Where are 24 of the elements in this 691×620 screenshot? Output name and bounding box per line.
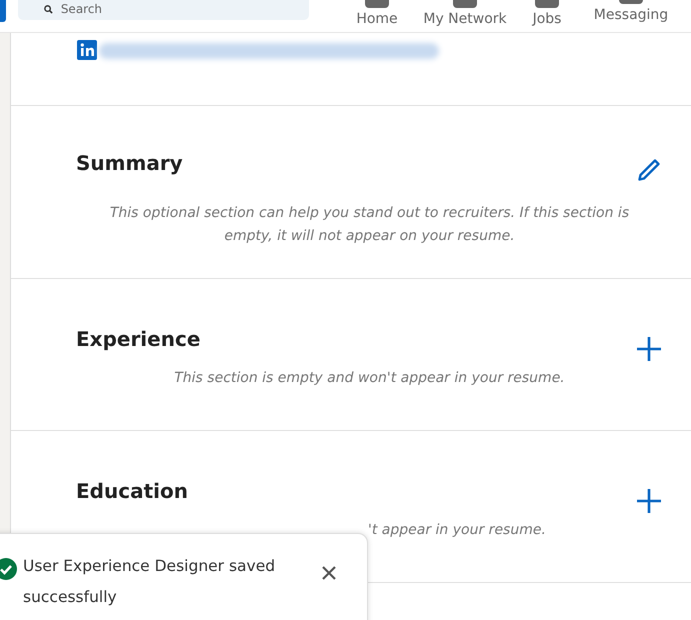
search-bar[interactable]: Search [18,0,309,20]
close-icon [321,565,337,581]
close-button[interactable] [321,565,337,581]
add-button[interactable] [635,335,663,363]
section-description: This optional section can help you stand out to recruiters. If this section is empty, it will not appear on your resume. [108,204,630,246]
section-title: Education [76,479,188,503]
nav-icon[interactable] [535,0,559,8]
nav-icon[interactable] [453,0,477,8]
plus-icon [635,335,663,363]
section-title: Summary [76,151,183,175]
search-icon [44,4,53,14]
nav-label[interactable]: Messaging [594,7,668,23]
toast-message: User Experience Designer saved successfully [23,556,276,608]
nav-label[interactable]: Home [356,11,398,27]
section-title: Experience [76,327,200,351]
section-description: This section is empty and won't appear in your resume. [173,369,566,388]
nav-label[interactable]: My Network [423,11,507,27]
linkedin-icon [77,40,97,60]
plus-icon [635,487,663,515]
nav-icon[interactable] [365,0,389,8]
nav-label[interactable]: Jobs [532,11,562,27]
search-field[interactable]: Search [60,1,261,17]
section-description: 't appear in your resume. [367,521,547,540]
add-button[interactable] [635,487,663,515]
